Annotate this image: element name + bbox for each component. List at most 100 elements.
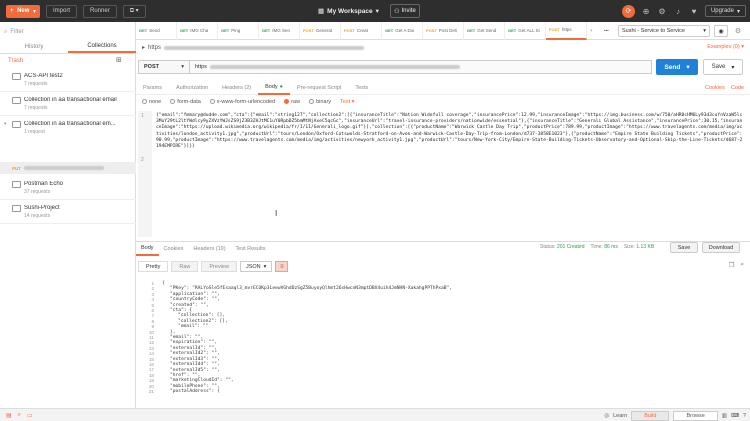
examples-link[interactable]: Examples (0) ▾ — [707, 44, 744, 50]
new-window-button[interactable]: ⧉ ▾ — [122, 4, 146, 18]
response-code: {"PKey": "RALYoSle5fEsaaql3_mvrECOKp3Lee… — [162, 281, 452, 395]
trash-link[interactable]: Trash — [8, 58, 23, 64]
body-mode-urlencoded[interactable]: x-www-form-urlencoded — [209, 99, 275, 105]
bell-icon[interactable]: ♪ — [673, 6, 683, 16]
body-type-select[interactable]: Text ▾ — [340, 99, 354, 105]
workspace-switcher[interactable]: ▦ My Workspace ▾ — [318, 4, 379, 18]
body-mode-raw[interactable]: raw — [284, 99, 300, 105]
wrench-icon[interactable]: ⚙ — [657, 6, 667, 16]
tab-tests[interactable]: Tests — [348, 82, 375, 95]
collection-item[interactable]: ACS-API test2 7 requests — [0, 68, 136, 92]
tab-response-headers[interactable]: Headers (19) — [188, 242, 230, 256]
tab-collections[interactable]: Collections — [68, 40, 136, 53]
window-icon: ⧉ ▾ — [129, 8, 139, 14]
folder-icon — [12, 73, 21, 80]
keyboard-icon[interactable]: ⌨ — [731, 413, 739, 419]
browse-label: Browse — [686, 412, 705, 419]
tab-overflow-icon[interactable]: ••• — [601, 22, 615, 40]
runner-button[interactable]: Runner — [83, 4, 117, 18]
collection-item-expanded[interactable]: ▾ Collection in aa transactional em... 1… — [0, 116, 136, 162]
bootcamp-icon[interactable]: ◎ — [604, 413, 609, 419]
body-mode-options: none form-data x-www-form-urlencoded raw… — [142, 99, 354, 105]
filter-input[interactable]: ⌕ Filter — [4, 26, 132, 38]
save-button[interactable]: Save ▾ — [703, 59, 743, 75]
sidebar-request-item[interactable]: PUT — [0, 162, 136, 174]
build-tab[interactable]: Build — [631, 410, 670, 421]
tab-authorization[interactable]: Authorization — [169, 82, 215, 95]
tab-response-cookies[interactable]: Cookies — [159, 242, 189, 256]
console-icon[interactable]: ▭ — [27, 412, 33, 419]
request-tab[interactable]: GET Get A Doi — [382, 21, 423, 40]
new-tab-plus-icon[interactable]: + — [587, 22, 601, 40]
view-raw[interactable]: Raw — [171, 261, 199, 272]
folder-icon — [12, 181, 21, 188]
view-pretty[interactable]: Pretty — [138, 261, 169, 272]
line-number: 6 — [151, 308, 154, 313]
tab-params[interactable]: Params — [136, 82, 169, 95]
layout-icon[interactable]: ▥ — [722, 413, 727, 419]
request-tab[interactable]: GET IMG Cha — [177, 21, 218, 40]
copy-icon[interactable]: ❐ — [729, 261, 735, 269]
cookies-link[interactable]: Cookies — [705, 85, 725, 91]
body-mode-none[interactable]: none — [142, 99, 161, 105]
format-select[interactable]: JSON ▾ — [239, 261, 273, 272]
tab-history[interactable]: History — [0, 40, 68, 53]
wrap-lines-icon[interactable]: ≡ — [275, 261, 289, 272]
collection-count: 7 requests — [24, 105, 48, 111]
send-button[interactable]: Send ▾ — [656, 59, 698, 75]
radio-icon — [309, 99, 315, 105]
download-button[interactable]: Download — [702, 242, 740, 253]
view-preview[interactable]: Preview — [201, 261, 237, 272]
new-label: New — [17, 8, 30, 14]
line-number: 9 — [151, 324, 154, 330]
save-response-button[interactable]: Save — [670, 242, 698, 253]
body-editor[interactable]: 1 2 {"email":"fmmary@dudde.com","cta":{"… — [138, 111, 746, 237]
request-tab[interactable]: GET Ping — [218, 21, 259, 40]
response-body[interactable]: 1 2 3 4 5 6 7 8 9 10 11 12 13 14 15 16 17 18 19 20 21 {"PKey… — [138, 277, 746, 407]
satellite-icon[interactable]: ⊕ — [641, 6, 651, 16]
body-mode-form-data[interactable]: form-data — [170, 99, 201, 105]
body-mode-binary[interactable]: binary — [309, 99, 331, 105]
format-label: JSON — [245, 263, 261, 270]
collection-item[interactable]: Postman Echo 37 requests — [0, 176, 136, 200]
gear-icon[interactable]: ⚙ — [731, 25, 745, 37]
new-collection-icon[interactable]: ⊞ — [116, 56, 122, 64]
learn-link[interactable]: Learn — [613, 413, 627, 419]
collection-count: 1 request — [24, 129, 45, 135]
collection-item[interactable]: Collection in aa transactional email 7 r… — [0, 92, 136, 116]
request-tab[interactable]: POST Creat — [341, 21, 382, 40]
browse-tab[interactable]: Browse — [673, 410, 718, 421]
code-link[interactable]: Code — [731, 85, 744, 91]
tab-headers[interactable]: Headers (2) — [215, 82, 258, 95]
tab-body[interactable]: Body ● — [258, 82, 290, 95]
tab-pre-request-script[interactable]: Pre-request Script — [290, 82, 348, 95]
tab-response-body[interactable]: Body — [136, 242, 159, 256]
chevron-down-icon: ▾ — [181, 64, 184, 70]
request-tab[interactable]: POST Generat — [300, 21, 341, 40]
new-button[interactable]: + New ▾ — [6, 4, 40, 18]
url-input[interactable]: https — [190, 60, 652, 74]
help-icon[interactable]: ? — [743, 413, 746, 419]
environment-select[interactable]: Sushi - Service to Service ▾ — [618, 25, 710, 37]
collection-item[interactable]: Sushi-Project 14 requests — [0, 200, 136, 224]
request-tab[interactable]: POST Post Deli — [423, 21, 464, 40]
method-select[interactable]: POST ▾ — [138, 60, 190, 74]
request-tab[interactable]: GET Get Send — [464, 21, 505, 40]
heart-icon[interactable]: ♥ — [689, 6, 699, 16]
sidebar-toggle-icon[interactable]: ▤ — [6, 412, 12, 419]
url-redacted — [209, 65, 460, 69]
search-icon[interactable]: ⌕ — [18, 412, 21, 419]
invite-button[interactable]: ⚇ Invite — [390, 4, 420, 18]
request-tab[interactable]: GET Get ALL Si — [505, 21, 546, 40]
tab-label: Post Deli — [438, 28, 457, 33]
upgrade-button[interactable]: Upgrade ▾ — [704, 5, 746, 17]
request-tab[interactable]: GET IMG Sen — [259, 21, 300, 40]
tab-test-results[interactable]: Test Results — [231, 242, 271, 256]
eye-icon[interactable]: ◉ — [714, 25, 728, 37]
search-icon[interactable]: ⌕ — [740, 261, 744, 269]
invite-label: Invite — [401, 8, 416, 14]
sync-icon[interactable]: ⟳ — [621, 4, 635, 18]
import-button[interactable]: Import — [46, 4, 78, 18]
request-tab[interactable]: GET Send — [136, 21, 177, 40]
request-tab[interactable]: POST https — [546, 21, 587, 40]
